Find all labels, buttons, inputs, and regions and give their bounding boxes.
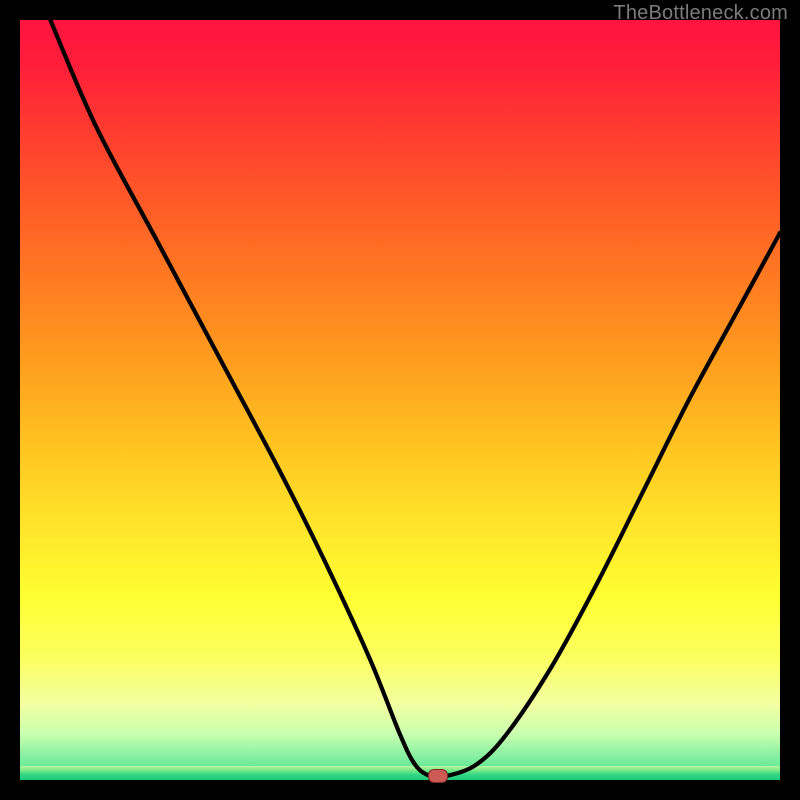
watermark-text: TheBottleneck.com — [613, 2, 788, 25]
optimal-point-marker — [428, 769, 448, 783]
bottleneck-curve — [20, 20, 780, 780]
chart-frame: TheBottleneck.com — [0, 0, 800, 800]
